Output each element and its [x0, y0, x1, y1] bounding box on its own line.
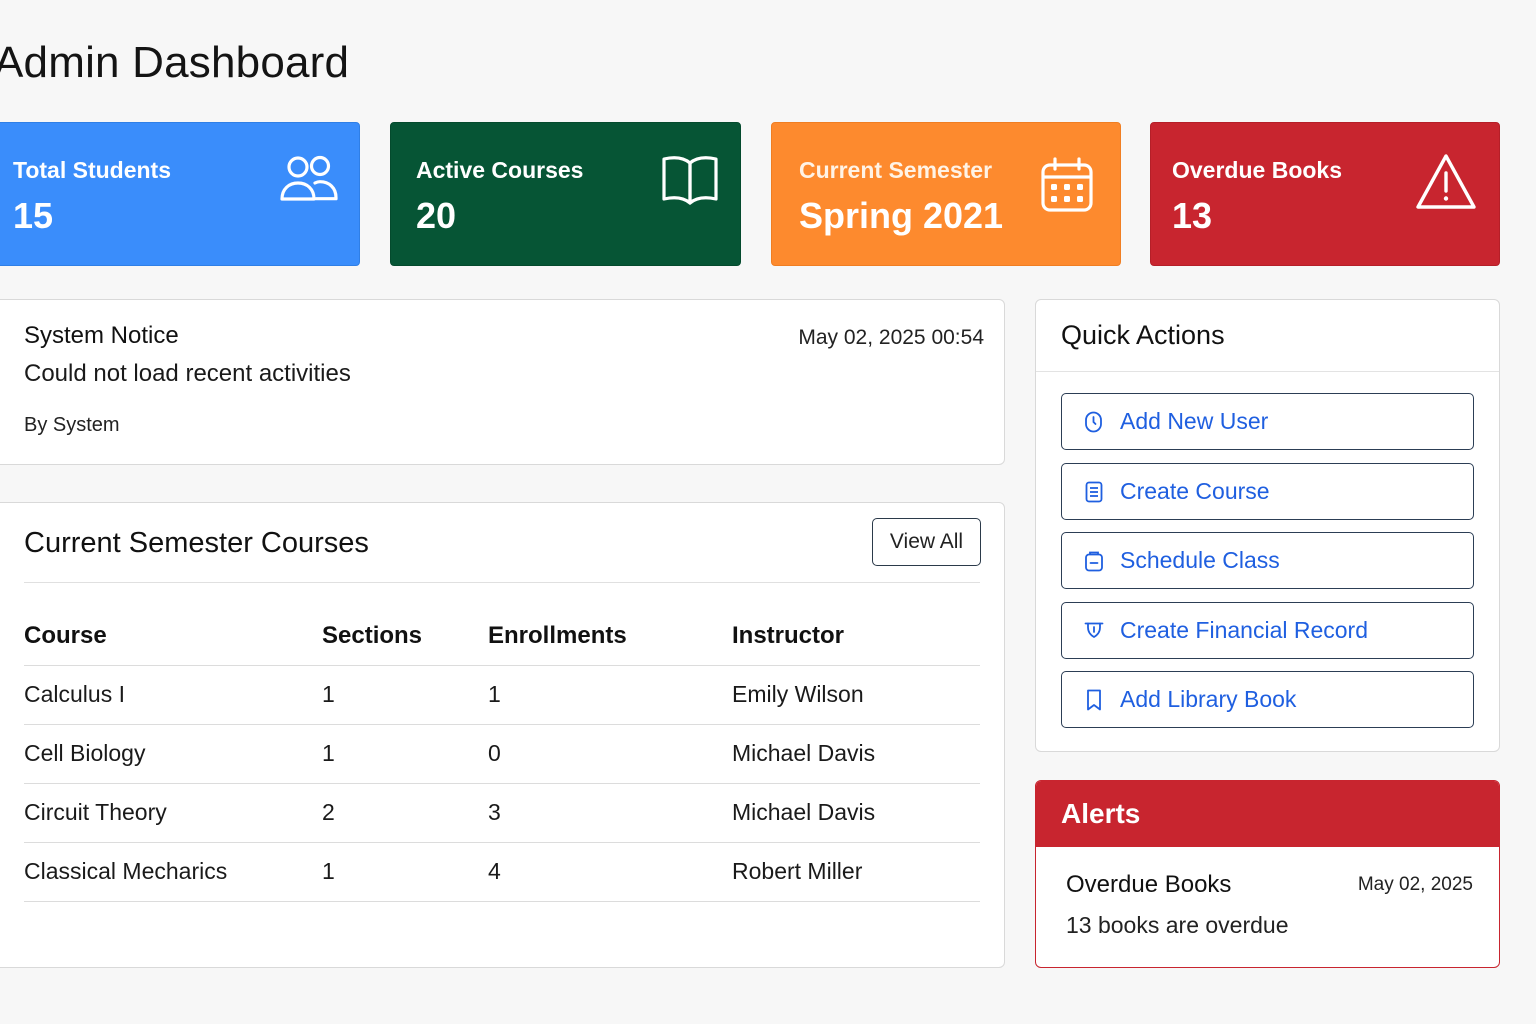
table-row: Circuit Theory 2 3 Michael Davis — [24, 783, 980, 843]
column-header-instructor: Instructor — [732, 605, 980, 666]
cell-course: Classical Mecharics — [24, 842, 322, 902]
stat-value: 13 — [1172, 195, 1213, 236]
stat-value: Spring 2021 — [799, 195, 1004, 236]
page-title: Admin Dashboard — [0, 38, 350, 87]
create-financial-record-button[interactable]: Create Financial Record — [1061, 602, 1474, 659]
divider — [24, 582, 980, 583]
table-row: Calculus I 1 1 Emily Wilson — [24, 665, 980, 725]
current-semester-courses-panel: Current Semester Courses View All Course… — [0, 502, 1005, 968]
notice-message: Could not load recent activities — [24, 360, 351, 387]
stat-label: Total Students — [13, 157, 172, 183]
book-icon — [661, 153, 719, 210]
table-row: Cell Biology 1 0 Michael Davis — [24, 724, 980, 784]
cell-sections: 1 — [322, 842, 488, 902]
stat-value: 15 — [13, 195, 54, 236]
divider — [1036, 371, 1499, 372]
schedule-class-button[interactable]: Schedule Class — [1061, 532, 1474, 589]
add-library-book-button[interactable]: Add Library Book — [1061, 671, 1474, 728]
alert-title: Overdue Books — [1066, 871, 1232, 898]
cell-course: Circuit Theory — [24, 783, 322, 843]
table-header-row: Course Sections Enrollments Instructor — [24, 605, 980, 666]
cell-instructor: Emily Wilson — [732, 665, 980, 725]
quick-actions-title: Quick Actions — [1061, 320, 1225, 350]
notice-author: By System — [24, 414, 120, 436]
stat-label: Active Courses — [416, 157, 584, 183]
alerts-title: Alerts — [1036, 781, 1499, 847]
cell-enrollments: 4 — [488, 842, 732, 902]
schedule-icon — [1084, 550, 1104, 572]
users-icon — [279, 153, 341, 208]
alert-date: May 02, 2025 — [1357, 874, 1473, 895]
bookmark-icon — [1084, 689, 1104, 711]
alerts-panel: Alerts Overdue Books May 02, 2025 13 boo… — [1035, 780, 1500, 968]
courses-title: Current Semester Courses — [24, 527, 369, 559]
alert-message: 13 books are overdue — [1066, 912, 1289, 938]
cell-sections: 1 — [322, 665, 488, 725]
user-add-icon — [1084, 411, 1104, 433]
cell-instructor: Robert Miller — [732, 842, 980, 902]
action-label: Add New User — [1120, 408, 1269, 434]
create-course-button[interactable]: Create Course — [1061, 463, 1474, 520]
column-header-sections: Sections — [322, 605, 488, 666]
action-label: Schedule Class — [1120, 547, 1280, 573]
stat-label: Current Semester — [799, 157, 993, 183]
notice-title: System Notice — [24, 322, 179, 349]
notice-timestamp: May 02, 2025 00:54 — [798, 326, 984, 349]
stat-card-active-courses: Active Courses 20 — [390, 122, 741, 266]
action-label: Add Library Book — [1120, 686, 1297, 712]
action-label: Create Course — [1120, 478, 1270, 504]
cell-enrollments: 1 — [488, 665, 732, 725]
quick-actions-panel: Quick Actions Add New User Create Course — [1035, 299, 1500, 752]
document-icon — [1084, 481, 1104, 503]
cell-course: Calculus I — [24, 665, 322, 725]
action-label: Create Financial Record — [1120, 617, 1369, 643]
cell-sections: 1 — [322, 724, 488, 784]
warning-icon — [1415, 153, 1477, 216]
stat-label: Overdue Books — [1172, 157, 1342, 183]
stat-value: 20 — [416, 195, 457, 236]
stat-card-current-semester: Current Semester Spring 2021 — [771, 122, 1121, 266]
system-notice-panel: System Notice May 02, 2025 00:54 Could n… — [0, 299, 1005, 465]
cell-course: Cell Biology — [24, 724, 322, 784]
column-header-enrollments: Enrollments — [488, 605, 732, 666]
stat-card-overdue-books: Overdue Books 13 — [1150, 122, 1500, 266]
cell-sections: 2 — [322, 783, 488, 843]
cell-instructor: Michael Davis — [732, 724, 980, 784]
add-new-user-button[interactable]: Add New User — [1061, 393, 1474, 450]
cell-instructor: Michael Davis — [732, 783, 980, 843]
courses-table: Course Sections Enrollments Instructor C… — [24, 605, 980, 902]
finance-icon — [1084, 620, 1104, 642]
column-header-course: Course — [24, 605, 322, 666]
table-row: Classical Mecharics 1 4 Robert Miller — [24, 842, 980, 902]
stat-card-total-students: Total Students 15 — [0, 122, 360, 266]
cell-enrollments: 0 — [488, 724, 732, 784]
calendar-icon — [1040, 157, 1094, 218]
view-all-button[interactable]: View All — [872, 518, 981, 566]
cell-enrollments: 3 — [488, 783, 732, 843]
